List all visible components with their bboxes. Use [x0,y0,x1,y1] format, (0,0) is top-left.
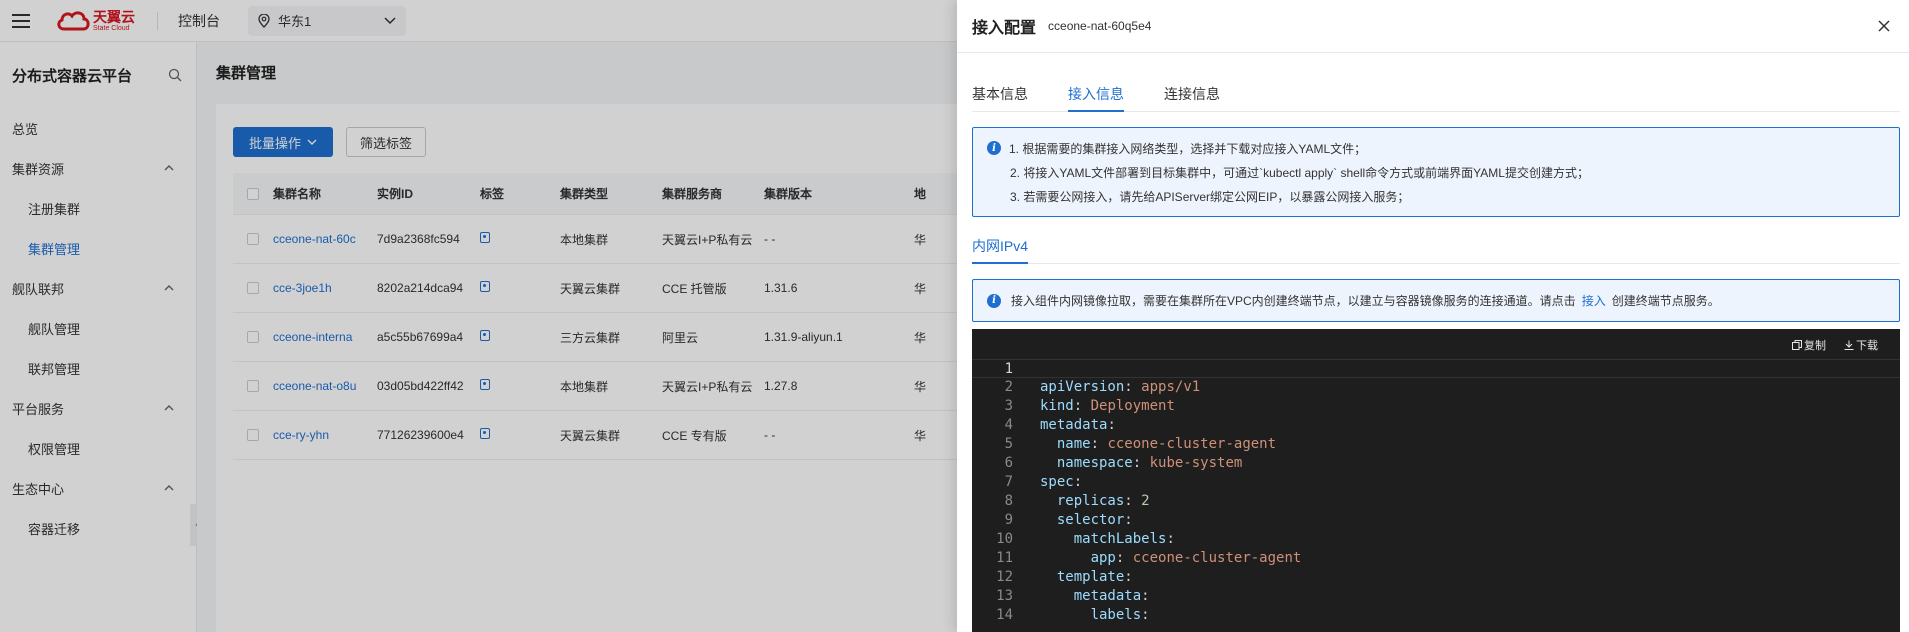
instruction-text: 1. 根据需要的集群接入网络类型，选择并下载对应接入YAML文件； [1009,141,1367,156]
line-number: 7 [1004,474,1013,490]
tab-intranet-ipv4[interactable]: 内网IPv4 [972,235,1029,264]
code-text: spec: [1040,474,1083,490]
code-line: 11 app: cceone-cluster-agent [972,549,1900,568]
code-line: 4 metadata: [972,416,1900,435]
code-line: 3 kind: Deployment [972,397,1900,416]
line-number: 12 [996,569,1013,585]
download-label: 下载 [1856,340,1878,352]
instructions-alert: i 1. 根据需要的集群接入网络类型，选择并下载对应接入YAML文件； 2. 将… [972,127,1900,217]
yaml-key: namespace [1056,455,1133,471]
drawer-title: 接入配置 [972,20,1037,37]
code-text: metadata: [1073,588,1150,604]
yaml-value: cceone-cluster-agent [1132,550,1302,566]
code-line: 13 metadata: [972,587,1900,606]
yaml-value: kube-system [1149,455,1243,471]
yaml-key: app [1090,550,1116,566]
code-line: 8 replicas: 2 [972,492,1900,511]
drawer-cluster-id: cceone-nat-60q5e4 [1048,19,1152,33]
yaml-key: labels [1090,607,1142,623]
line-number: 6 [1004,455,1013,471]
code-line: 2 apiVersion: apps/v1 [972,378,1900,397]
yaml-key: selector [1056,512,1125,528]
code-line: 5 name: cceone-cluster-agent [972,435,1900,454]
line-number: 3 [1004,398,1013,414]
network-note-text: 接入组件内网镜像拉取，需要在集群所在VPC内创建终端节点，以建立与容器镜像服务的… [1011,294,1576,308]
copy-button[interactable]: 复制 [1792,337,1826,353]
code-text: metadata: [1040,417,1116,433]
code-text: replicas: 2 [1056,493,1150,509]
code-text: apiVersion: apps/v1 [1040,379,1201,395]
yaml-value: cceone-cluster-agent [1107,436,1277,452]
code-line: 7 spec: [972,473,1900,492]
network-type-tabs: 内网IPv4 [972,235,1900,264]
code-text: matchLabels: [1073,531,1175,547]
code-line: 14 labels: [972,606,1900,625]
code-line: 6 namespace: kube-system [972,454,1900,473]
code-text: kind: Deployment [1040,398,1175,414]
yaml-value: Deployment [1090,398,1175,414]
line-number: 9 [1004,512,1013,528]
yaml-key: apiVersion [1040,379,1125,395]
line-number: 11 [996,550,1013,566]
info-icon: i [987,293,1001,308]
code-text: app: cceone-cluster-agent [1090,550,1302,566]
access-link[interactable]: 接入 [1582,292,1606,309]
download-button[interactable]: 下载 [1844,337,1878,353]
yaml-key: replicas [1056,493,1125,509]
close-icon[interactable] [1874,16,1894,36]
line-number: 4 [1004,417,1013,433]
copy-label: 复制 [1804,340,1826,352]
access-config-drawer: 接入配置 cceone-nat-60q5e4 基本信息 接入信息 连接信息 i … [957,0,1909,632]
tab-connection-info[interactable]: 连接信息 [1164,80,1220,112]
yaml-key: spec [1040,474,1074,490]
network-note-alert: i 接入组件内网镜像拉取，需要在集群所在VPC内创建终端节点，以建立与容器镜像服… [972,279,1900,322]
yaml-value: apps/v1 [1141,379,1201,395]
download-icon [1844,340,1854,350]
line-number: 8 [1004,493,1013,509]
info-icon: i [987,141,1001,155]
instruction-text: 2. 将接入YAML文件部署到目标集群中，可通过`kubectl apply` … [1010,165,1589,180]
line-number: 1 [1004,361,1013,377]
yaml-key: name [1056,436,1091,452]
yaml-key: template [1056,569,1125,585]
code-line: 1 [972,359,1900,378]
line-number: 10 [996,531,1013,547]
copy-icon [1792,340,1802,350]
modal-overlay[interactable] [0,0,957,632]
line-number: 13 [996,588,1013,604]
yaml-key: metadata [1040,417,1108,433]
yaml-key: metadata [1073,588,1142,604]
code-line: 12 template: [972,568,1900,587]
code-text: name: cceone-cluster-agent [1056,436,1277,452]
yaml-code-editor[interactable]: 复制 下载 1 2 apiVersion: apps/v1 3 kind: Deploy… [972,329,1900,632]
network-note-text-suffix: 创建终端节点服务。 [1611,294,1720,308]
tab-basic-info[interactable]: 基本信息 [972,80,1028,112]
instruction-text: 3. 若需要公网接入，请先给APIServer绑定公网EIP，以暴露公网接入服务… [1010,189,1410,204]
code-text: template: [1056,569,1133,585]
yaml-value: 2 [1141,493,1150,509]
drawer-tabs: 基本信息 接入信息 连接信息 [972,80,1900,112]
line-number: 14 [996,607,1013,623]
code-line: 9 selector: [972,511,1900,530]
code-text: namespace: kube-system [1056,455,1243,471]
line-number: 5 [1004,436,1013,452]
yaml-key: matchLabels [1073,531,1167,547]
tab-access-info[interactable]: 接入信息 [1068,80,1124,112]
code-text: labels: [1090,607,1150,623]
yaml-key: kind [1040,398,1074,414]
code-text: selector: [1056,512,1133,528]
line-number: 2 [1004,379,1013,395]
code-line: 10 matchLabels: [972,530,1900,549]
